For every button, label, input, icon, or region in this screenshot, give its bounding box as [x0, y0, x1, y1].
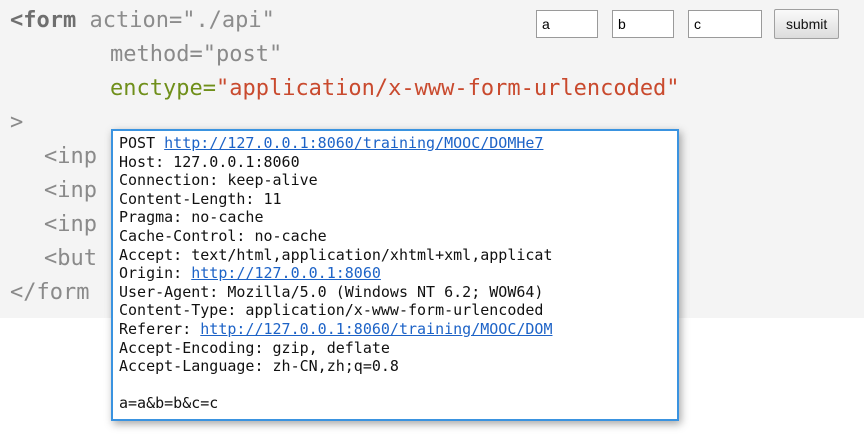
- header-user-agent: User-Agent: Mozilla/5.0 (Windows NT 6.2;…: [119, 282, 544, 301]
- http-request-popup: POST http://127.0.0.1:8060/training/MOOC…: [111, 129, 679, 421]
- demo-form: submit: [536, 8, 840, 40]
- field-c-input[interactable]: [688, 10, 762, 38]
- header-accept-encoding: Accept-Encoding: gzip, deflate: [119, 338, 390, 357]
- code-input-b: <inp: [44, 178, 97, 203]
- code-enctype-attr: enctype=: [110, 76, 216, 101]
- request-line: POST http://127.0.0.1:8060/training/MOOC…: [119, 134, 677, 153]
- code-input-c: <inp: [44, 212, 97, 237]
- code-button: <but: [44, 246, 97, 271]
- header-host: Host: 127.0.0.1:8060: [119, 152, 300, 171]
- code-tag-close: >: [10, 110, 24, 135]
- code-form-close: </form: [10, 280, 90, 305]
- code-form-tag: <form: [10, 8, 77, 33]
- header-pragma: Pragma: no-cache: [119, 208, 264, 227]
- field-b-input[interactable]: [612, 10, 674, 38]
- request-method: POST: [119, 134, 156, 152]
- field-a-input[interactable]: [536, 10, 598, 38]
- header-content-length: Content-Length: 11: [119, 189, 282, 208]
- referer-url-link[interactable]: http://127.0.0.1:8060/training/MOOC/DOM: [200, 320, 552, 338]
- header-content-type: Content-Type: application/x-www-form-url…: [119, 301, 544, 320]
- origin-url-link[interactable]: http://127.0.0.1:8060: [191, 264, 381, 282]
- code-line-enctype: enctype="application/x-www-form-urlencod…: [110, 72, 680, 106]
- code-input-a: <inp: [44, 144, 97, 169]
- header-cache-control: Cache-Control: no-cache: [119, 226, 327, 245]
- request-body: a=a&b=b&c=c: [119, 394, 219, 413]
- header-origin: Origin: http://127.0.0.1:8060: [119, 264, 677, 283]
- code-action-attr: action="./api": [76, 8, 275, 33]
- code-line-form-open: <form action="./api": [10, 4, 275, 38]
- header-referer: Referer: http://127.0.0.1:8060/training/…: [119, 320, 677, 339]
- header-accept: Accept: text/html,application/xhtml+xml,…: [119, 245, 553, 264]
- header-accept-language: Accept-Language: zh-CN,zh;q=0.8: [119, 357, 399, 376]
- submit-button[interactable]: submit: [774, 9, 840, 39]
- origin-label: Origin:: [119, 264, 183, 283]
- request-url-link[interactable]: http://127.0.0.1:8060/training/MOOC/DOMH…: [164, 134, 543, 152]
- code-method-attr: method="post": [110, 42, 283, 67]
- header-connection: Connection: keep-alive: [119, 171, 318, 190]
- referer-label: Referer:: [119, 319, 192, 338]
- code-enctype-value: "application/x-www-form-urlencoded": [215, 76, 680, 101]
